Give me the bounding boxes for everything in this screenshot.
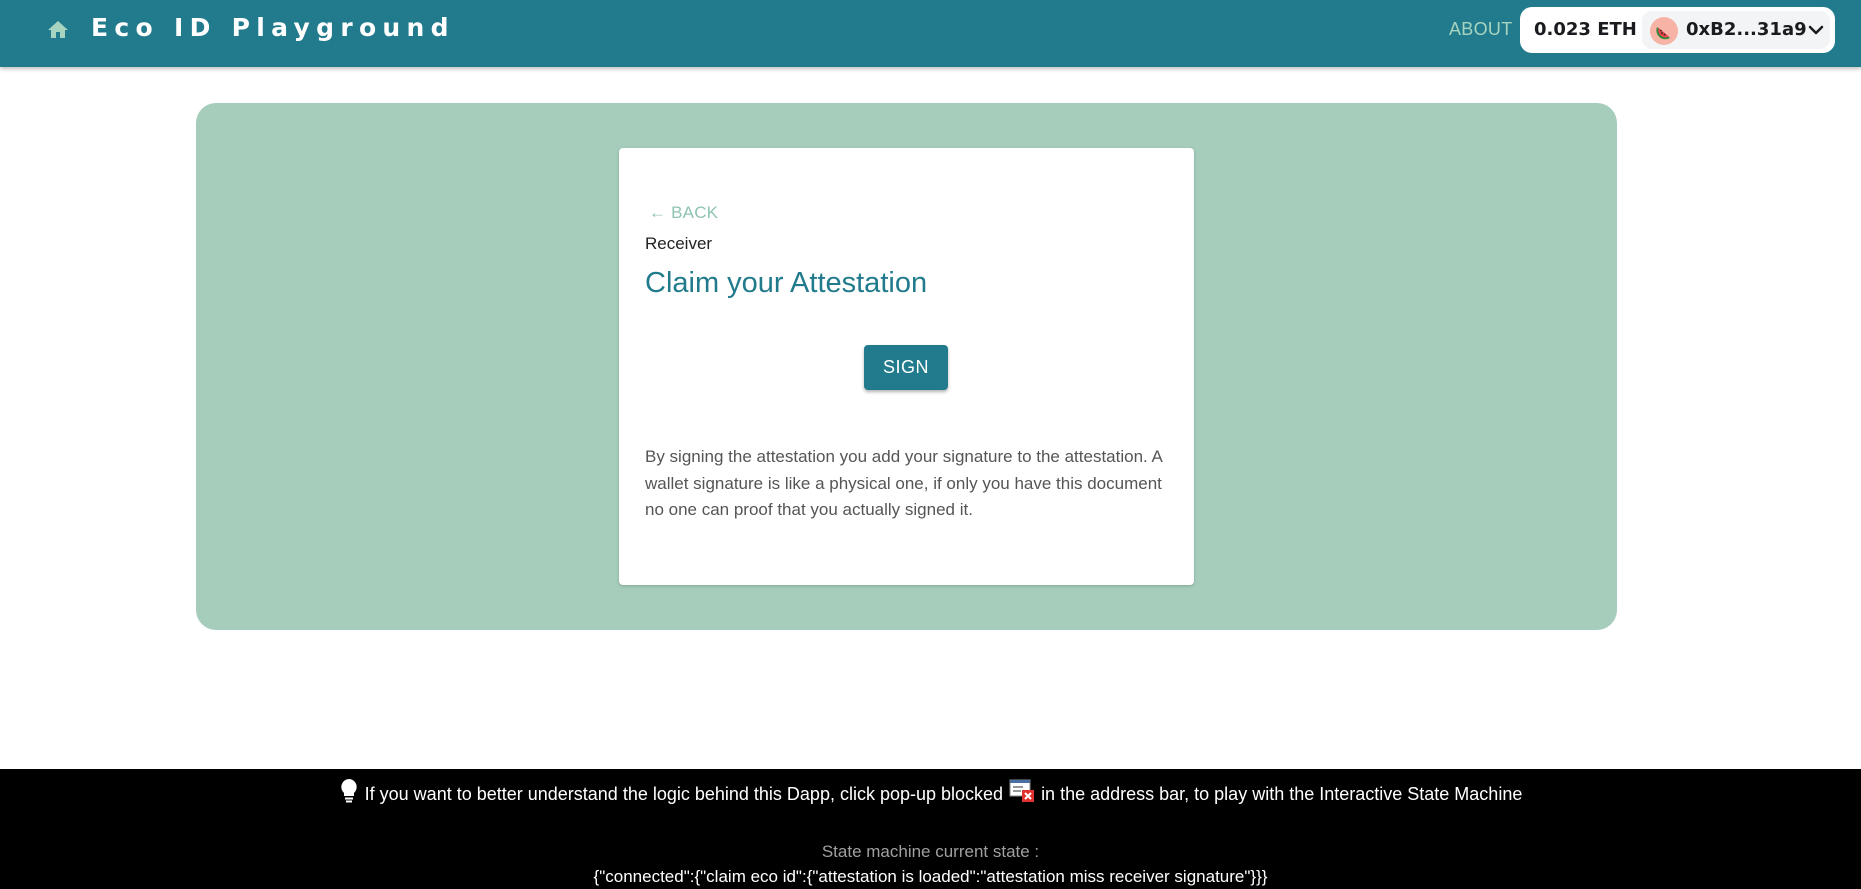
sign-button[interactable]: SIGN xyxy=(864,345,948,390)
card-title: Claim your Attestation xyxy=(645,267,928,299)
wallet-address: 0xB2...31a9 xyxy=(1686,19,1807,40)
sign-description: By signing the attestation you add your … xyxy=(645,447,1162,519)
account-button[interactable]: 0xB2...31a9 xyxy=(1642,11,1830,49)
about-link[interactable]: ABOUT xyxy=(1449,19,1513,40)
role-label: Receiver xyxy=(645,234,713,253)
hint-text-before: If you want to better understand the log… xyxy=(364,783,1004,804)
state-label: State machine current state : xyxy=(821,842,1040,861)
wallet-button[interactable]: 0.023 ETH 0xB2...31a9 xyxy=(1520,7,1835,53)
claim-attestation-card: ← BACK Receiver Claim your Attestation S… xyxy=(619,148,1194,585)
hint-text-after: in the address bar, to play with the Int… xyxy=(1041,783,1523,804)
app-title: Eco ID Playground xyxy=(91,13,455,42)
back-link[interactable]: ← BACK xyxy=(649,203,718,223)
top-app-bar: Eco ID Playground ABOUT 0.023 ETH 0xB2..… xyxy=(0,0,1861,67)
state-machine-footer: If you want to better understand the log… xyxy=(0,769,1861,889)
popup-blocked-icon xyxy=(1009,779,1035,802)
chevron-down-icon[interactable] xyxy=(1808,23,1824,37)
state-value: {"connected":{"claim eco id":{"attestati… xyxy=(593,867,1268,886)
hint-line: If you want to better understand the log… xyxy=(0,779,1861,807)
home-icon[interactable] xyxy=(46,18,70,42)
eth-balance: 0.023 ETH xyxy=(1534,19,1637,40)
lightbulb-icon xyxy=(340,779,357,803)
watermelon-icon xyxy=(1650,17,1678,45)
